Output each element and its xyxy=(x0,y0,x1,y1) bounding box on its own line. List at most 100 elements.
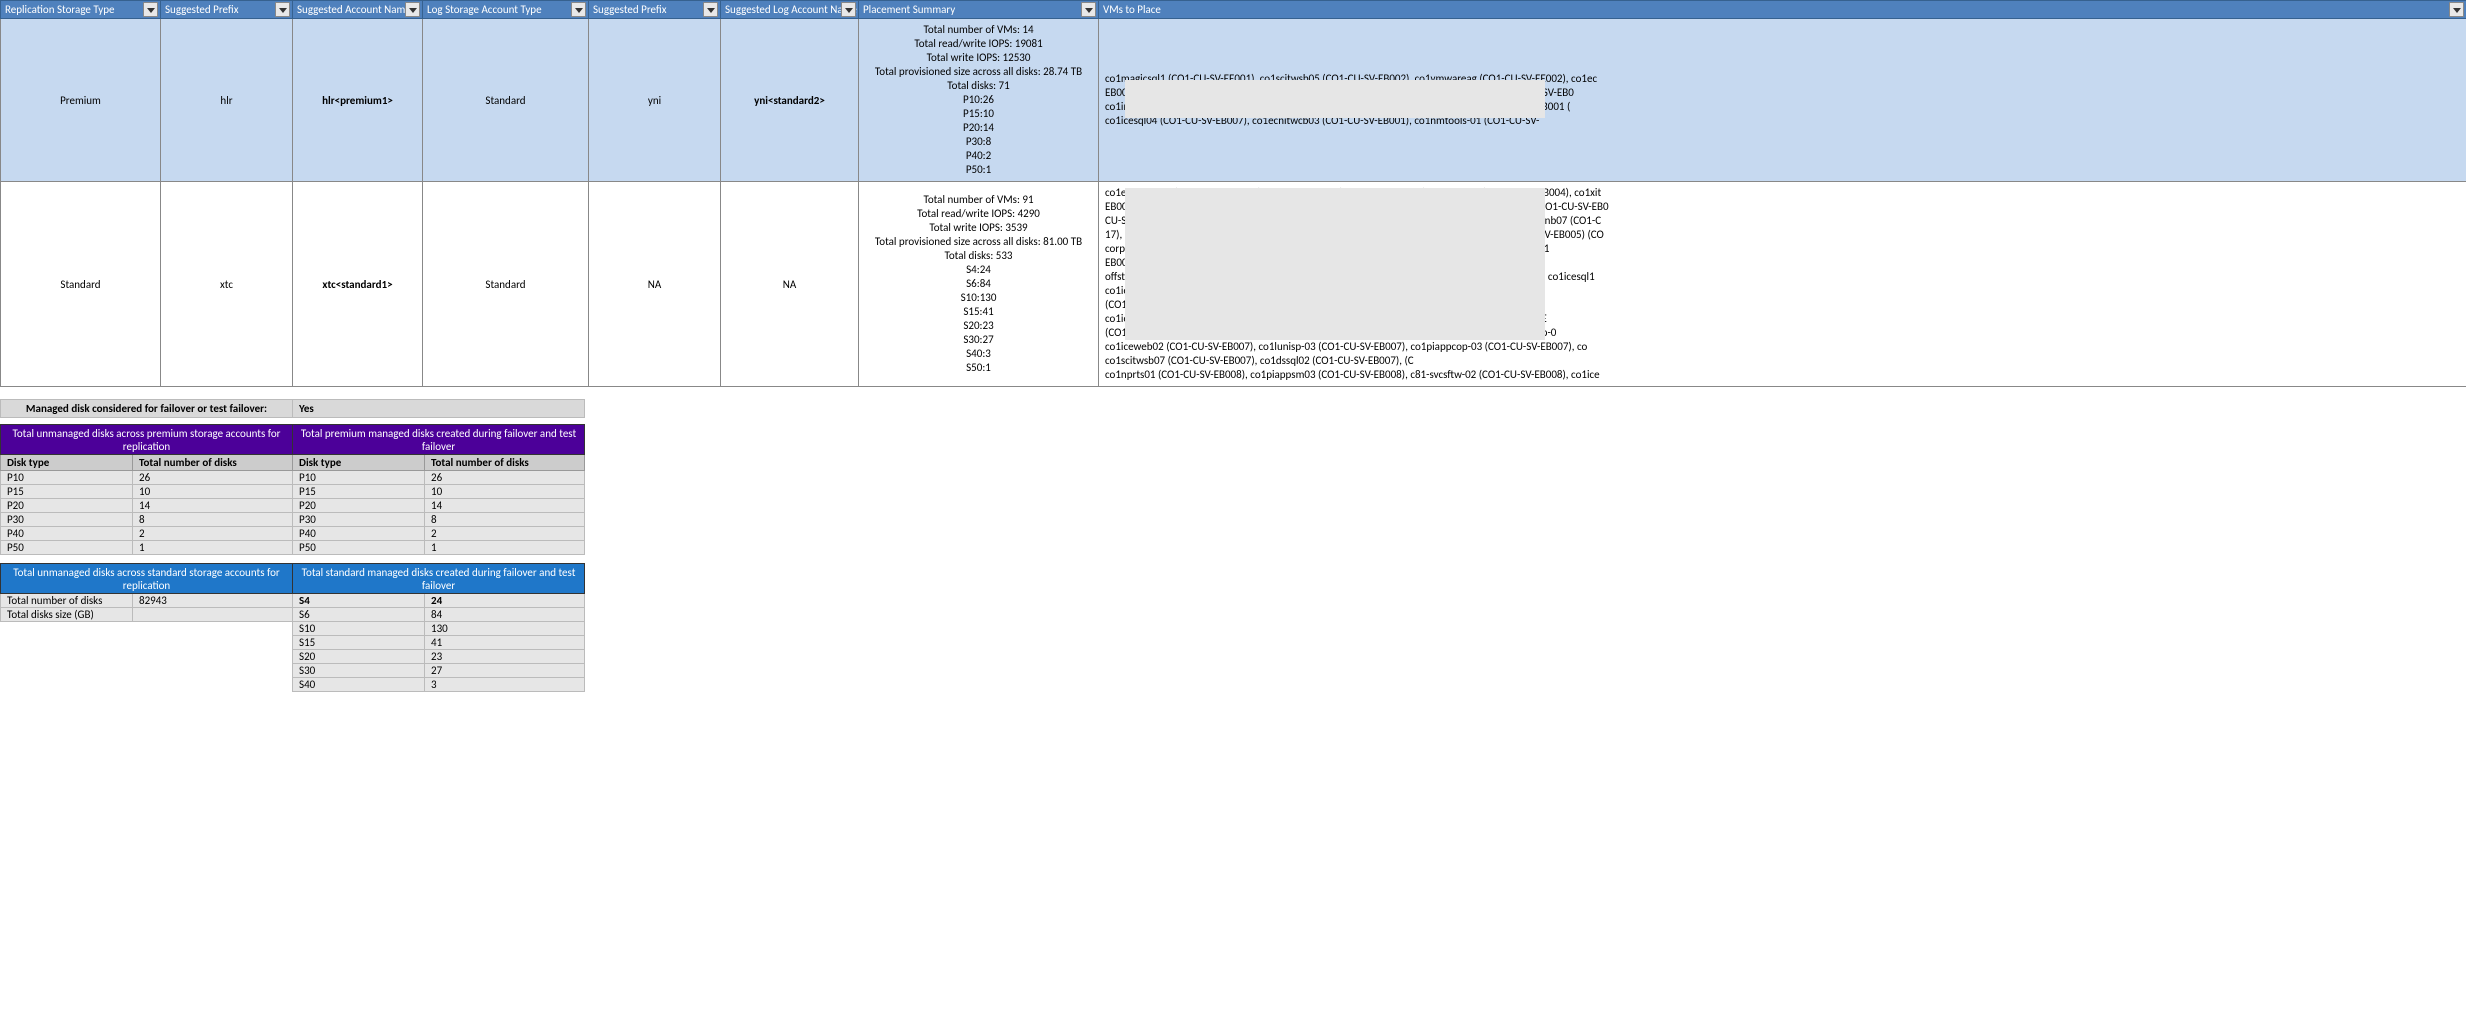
disk-count-cell[interactable]: 10 xyxy=(425,485,585,499)
filter-dropdown-icon[interactable] xyxy=(571,2,586,17)
disk-type-cell[interactable]: P50 xyxy=(1,541,133,555)
col-suggested-account-name[interactable]: Suggested Account Name xyxy=(293,1,423,19)
cell-account[interactable]: hlr<premium1> xyxy=(293,19,423,182)
standard-right-title: Total standard managed disks created dur… xyxy=(293,564,585,594)
disk-count-cell[interactable]: 14 xyxy=(425,499,585,513)
disk-count-cell[interactable]: 8 xyxy=(133,513,293,527)
cell-log-account[interactable]: yni<standard2> xyxy=(721,19,859,182)
cell-repl-type[interactable]: Premium xyxy=(1,19,161,182)
disk-count-cell[interactable]: 1 xyxy=(425,541,585,555)
table-row[interactable]: P1510P1510 xyxy=(1,485,585,499)
std-right-key[interactable]: S40 xyxy=(293,678,425,692)
std-right-key[interactable]: S20 xyxy=(293,650,425,664)
std-right-val[interactable]: 24 xyxy=(425,594,585,608)
std-right-val[interactable]: 23 xyxy=(425,650,585,664)
disk-count-cell[interactable]: 8 xyxy=(425,513,585,527)
col-log-suggested-prefix[interactable]: Suggested Prefix xyxy=(589,1,721,19)
table-row[interactable]: P1026P1026 xyxy=(1,471,585,485)
std-left-key[interactable]: Total number of disks xyxy=(1,594,133,608)
cell-repl-type[interactable]: Standard xyxy=(1,182,161,387)
table-row[interactable]: S3027 xyxy=(1,664,585,678)
table-row[interactable]: P308P308 xyxy=(1,513,585,527)
col-suggested-log-account-name[interactable]: Suggested Log Account Name xyxy=(721,1,859,19)
disk-type-cell[interactable]: P30 xyxy=(1,513,133,527)
disk-type-cell[interactable]: P40 xyxy=(1,527,133,541)
header-label: Log Storage Account Type xyxy=(427,3,542,16)
filter-dropdown-icon[interactable] xyxy=(2449,2,2464,17)
col-vms-to-place[interactable]: VMs to Place xyxy=(1099,1,2466,19)
disk-count-cell[interactable]: 10 xyxy=(133,485,293,499)
standard-left-title: Total unmanaged disks across standard st… xyxy=(1,564,293,594)
std-right-key[interactable]: S4 xyxy=(293,594,425,608)
table-row[interactable]: P402P402 xyxy=(1,527,585,541)
cell-prefix[interactable]: xtc xyxy=(161,182,293,387)
sub-total: Total number of disks xyxy=(425,455,585,471)
premium-header: Total unmanaged disks across premium sto… xyxy=(1,425,585,455)
disk-count-cell[interactable]: 26 xyxy=(425,471,585,485)
table-row[interactable]: Total number of disks82943S424 xyxy=(1,594,585,608)
cell-log-account[interactable]: NA xyxy=(721,182,859,387)
table-row[interactable]: S1541 xyxy=(1,636,585,650)
premium-subheader: Disk type Total number of disks Disk typ… xyxy=(1,455,585,471)
cell-summary[interactable]: Total number of VMs: 91 Total read/write… xyxy=(859,182,1099,387)
table-row[interactable]: S403 xyxy=(1,678,585,692)
premium-left-title: Total unmanaged disks across premium sto… xyxy=(1,425,293,455)
disk-type-cell[interactable]: P20 xyxy=(1,499,133,513)
disk-count-cell[interactable]: 1 xyxy=(133,541,293,555)
filter-dropdown-icon[interactable] xyxy=(703,2,718,17)
disk-type-cell[interactable]: P50 xyxy=(293,541,425,555)
std-right-val[interactable]: 84 xyxy=(425,608,585,622)
cell-prefix[interactable]: hlr xyxy=(161,19,293,182)
std-right-key[interactable]: S6 xyxy=(293,608,425,622)
table-row[interactable]: P501P501 xyxy=(1,541,585,555)
header-label: Replication Storage Type xyxy=(5,3,114,16)
table-row[interactable]: Total disks size (GB) S684 xyxy=(1,608,585,622)
disk-type-cell[interactable]: P10 xyxy=(1,471,133,485)
std-right-key[interactable]: S15 xyxy=(293,636,425,650)
std-right-key[interactable]: S10 xyxy=(293,622,425,636)
standard-header: Total unmanaged disks across standard st… xyxy=(1,564,585,594)
std-left-key[interactable]: Total disks size (GB) xyxy=(1,608,133,622)
table-header-row: Replication Storage Type Suggested Prefi… xyxy=(1,1,2466,19)
header-label: Suggested Prefix xyxy=(593,3,667,16)
table-row[interactable]: P2014P2014 xyxy=(1,499,585,513)
filter-dropdown-icon[interactable] xyxy=(143,2,158,17)
managed-disk-note: Managed disk considered for failover or … xyxy=(0,399,585,418)
table-row[interactable]: S10130 xyxy=(1,622,585,636)
table-row[interactable]: S2023 xyxy=(1,650,585,664)
col-log-storage-account-type[interactable]: Log Storage Account Type xyxy=(423,1,589,19)
col-suggested-prefix[interactable]: Suggested Prefix xyxy=(161,1,293,19)
cell-summary[interactable]: Total number of VMs: 14 Total read/write… xyxy=(859,19,1099,182)
cell-log-prefix[interactable]: yni xyxy=(589,19,721,182)
header-label: Suggested Account Name xyxy=(297,3,411,16)
disk-type-cell[interactable]: P10 xyxy=(293,471,425,485)
disk-type-cell[interactable]: P15 xyxy=(1,485,133,499)
cell-log-prefix[interactable]: NA xyxy=(589,182,721,387)
disk-count-cell[interactable]: 2 xyxy=(425,527,585,541)
std-right-val[interactable]: 3 xyxy=(425,678,585,692)
cell-log-type[interactable]: Standard xyxy=(423,182,589,387)
filter-dropdown-icon[interactable] xyxy=(1081,2,1096,17)
std-right-val[interactable]: 41 xyxy=(425,636,585,650)
cell-account[interactable]: xtc<standard1> xyxy=(293,182,423,387)
std-right-val[interactable]: 27 xyxy=(425,664,585,678)
disk-type-cell[interactable]: P20 xyxy=(293,499,425,513)
filter-dropdown-icon[interactable] xyxy=(275,2,290,17)
sub-disk-type: Disk type xyxy=(293,455,425,471)
std-left-val[interactable]: 82943 xyxy=(133,594,293,608)
disk-count-cell[interactable]: 26 xyxy=(133,471,293,485)
disk-count-cell[interactable]: 14 xyxy=(133,499,293,513)
std-right-key[interactable]: S30 xyxy=(293,664,425,678)
std-left-val[interactable] xyxy=(133,608,293,622)
disk-type-cell[interactable]: P30 xyxy=(293,513,425,527)
header-label: Suggested Prefix xyxy=(165,3,239,16)
disk-type-cell[interactable]: P40 xyxy=(293,527,425,541)
filter-dropdown-icon[interactable] xyxy=(405,2,420,17)
filter-dropdown-icon[interactable] xyxy=(841,2,856,17)
col-replication-storage-type[interactable]: Replication Storage Type xyxy=(1,1,161,19)
disk-count-cell[interactable]: 2 xyxy=(133,527,293,541)
cell-log-type[interactable]: Standard xyxy=(423,19,589,182)
std-right-val[interactable]: 130 xyxy=(425,622,585,636)
disk-type-cell[interactable]: P15 xyxy=(293,485,425,499)
col-placement-summary[interactable]: Placement Summary xyxy=(859,1,1099,19)
